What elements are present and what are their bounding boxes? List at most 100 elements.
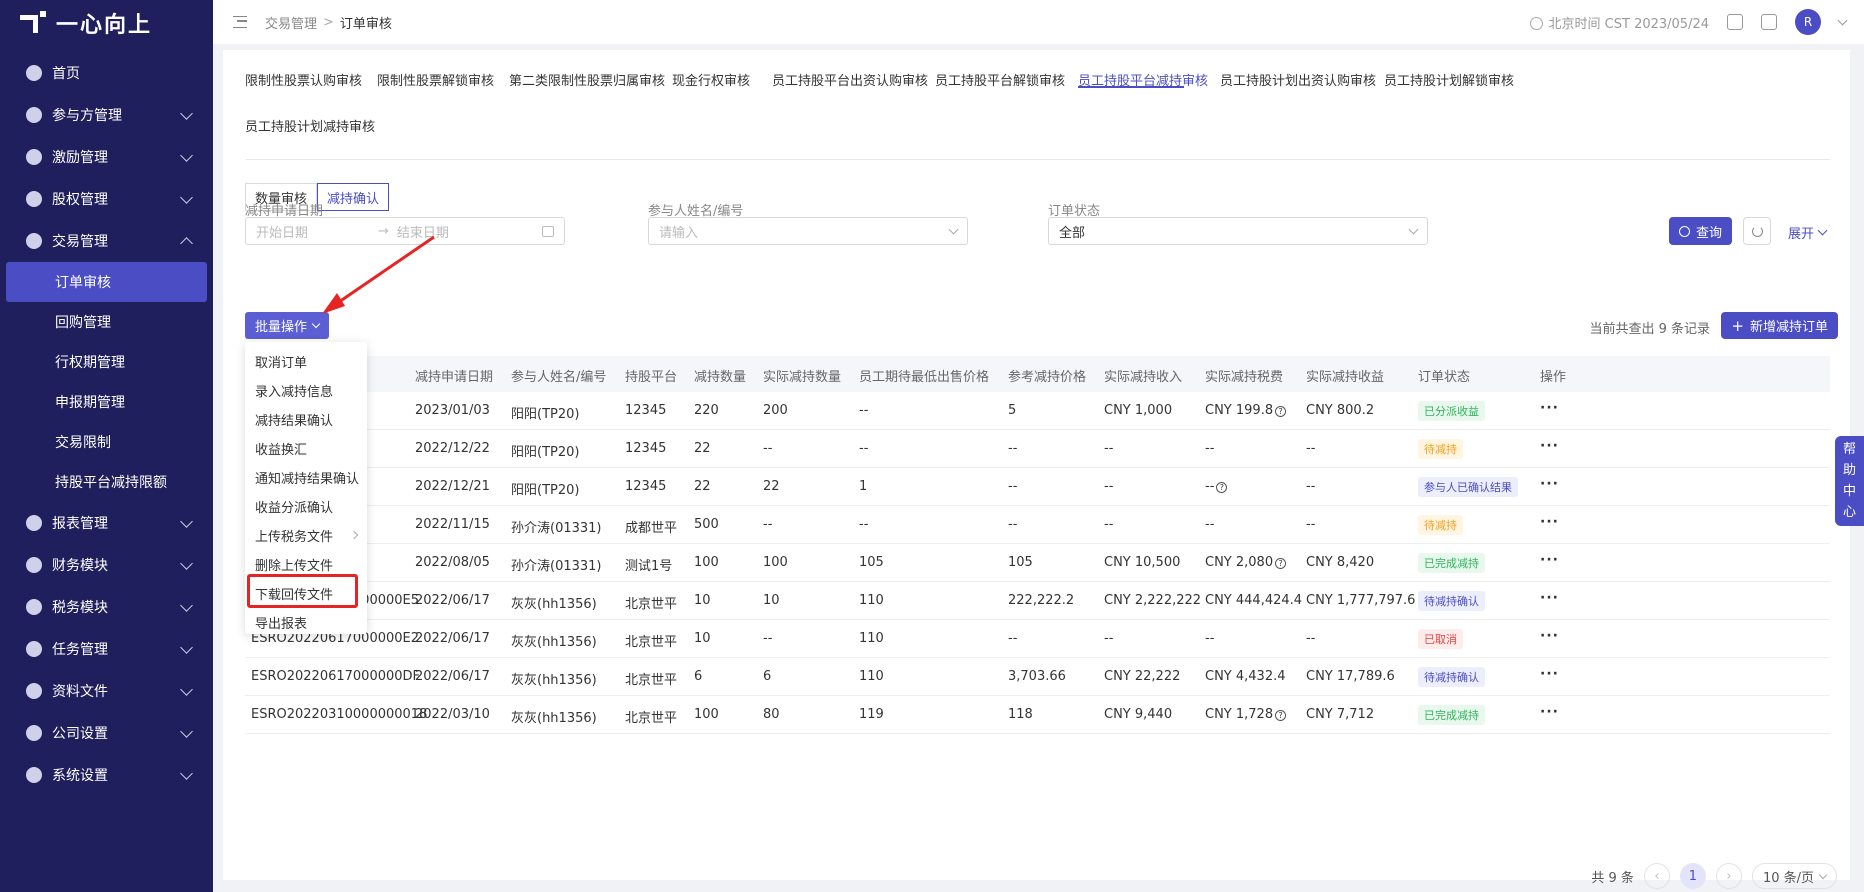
tab-8[interactable]: 员工持股计划出资认购审核 [1220,70,1376,89]
help-icon[interactable]: ? [1216,482,1228,493]
more-actions-icon[interactable]: ··· [1540,590,1559,606]
sidebar-subitem[interactable]: 行权期管理 [0,342,213,382]
cell-text: -- [1008,631,1018,646]
sidebar-item[interactable]: 资料文件 [0,670,213,712]
sidebar-item[interactable]: 参与方管理 [0,94,213,136]
document-icon[interactable] [1761,14,1777,30]
date-range-input[interactable]: 开始日期 → 结束日期 [245,217,565,245]
sidebar-subitem[interactable]: 申报期管理 [0,382,213,422]
cell-text: 孙介涛(01331) [511,559,602,574]
segment-reduction-confirm[interactable]: 减持确认 [317,183,390,211]
cell-text: 12345 [625,479,667,494]
query-button[interactable]: 查询 [1669,217,1733,245]
sidebar-item[interactable]: 税务模块 [0,586,213,628]
more-actions-icon[interactable]: ··· [1540,400,1559,416]
more-actions-icon[interactable]: ··· [1540,628,1559,644]
table-row[interactable]: ESRO20220617000000E52022/06/17灰灰(hh1356)… [245,582,1830,620]
sidebar-item[interactable]: 系统设置 [0,754,213,796]
batch-menu-item[interactable]: 收益换汇 [245,434,367,463]
expand-filters-link[interactable]: 展开 [1788,223,1828,242]
sidebar-item-label: 首页 [52,66,80,82]
batch-menu-item[interactable]: 通知减持结果确认 [245,463,367,492]
help-char: 帮 [1842,442,1856,457]
chevron-down-icon [311,319,321,329]
table-row[interactable]: ESRO20220617000000DF 2022/06/17 灰灰(hh1356)… [245,658,1830,696]
batch-operations-button[interactable]: 批量操作 [245,312,330,339]
table-row[interactable]: ESRO20220617000000E2 2022/06/17 灰灰(hh1356)… [245,620,1830,658]
cell-person: 孙介涛(01331) [511,555,602,574]
cell-tax: --? [1205,479,1228,494]
table-row[interactable]: 003B2022/12/21阳阳(TP20)1234522221------?-… [245,468,1830,506]
chevron-up-icon [180,236,193,250]
sidebar-subitem[interactable]: 订单审核 [6,262,207,302]
more-actions-icon[interactable]: ··· [1540,514,1559,530]
table-row[interactable]: 00032022/08/05孙介涛(01331)测试1号100100105105… [245,544,1830,582]
tab-9[interactable]: 员工持股计划解锁审核 [1384,70,1514,89]
cell-person: 孙介涛(01331) [511,517,602,536]
more-actions-icon[interactable]: ··· [1540,704,1559,720]
tab-2[interactable]: 限制性股票解锁审核 [377,70,494,89]
avatar[interactable]: R [1795,9,1821,35]
prev-page-button[interactable]: ‹ [1643,863,1670,889]
column-header: 参与人姓名/编号 [511,370,607,385]
tab-6[interactable]: 员工持股平台解锁审核 [935,70,1065,89]
help-center-button[interactable]: 帮助中心 [1835,436,1864,526]
sidebar-item[interactable]: 股权管理 [0,178,213,220]
chevron-down-icon [1818,870,1828,879]
tab-3[interactable]: 第二类限制性股票归属审核 [509,70,665,89]
reset-button[interactable] [1743,217,1771,245]
status-select[interactable]: 全部 [1048,217,1428,245]
sidebar-item[interactable]: 交易管理 [0,220,213,262]
help-icon[interactable]: ? [1275,558,1287,569]
next-page-button[interactable]: › [1715,863,1742,889]
sidebar-subitem[interactable]: 回购管理 [0,302,213,342]
table-row[interactable]: 000082023/01/03阳阳(TP20)12345220200--5CNY… [245,392,1830,430]
table-row[interactable]: ESRO20220310000000018 2022/03/10 灰灰(hh1356… [245,696,1830,734]
sidebar-item[interactable]: 激励管理 [0,136,213,178]
sidebar-subitem[interactable]: 持股平台减持限额 [0,462,213,502]
task-icon[interactable] [1727,14,1743,30]
batch-menu-item[interactable]: 导出报表 [245,608,367,637]
breadcrumb-item[interactable]: 交易管理 [265,13,317,32]
table-row[interactable]: 00022022/11/15孙介涛(01331)成都世平500---------… [245,506,1830,544]
collapse-menu-icon[interactable] [233,16,247,28]
person-select[interactable]: 请输入 [648,217,968,245]
batch-menu-item[interactable]: 上传税务文件 [245,521,367,550]
sidebar-item[interactable]: 财务模块 [0,544,213,586]
sidebar-item[interactable]: 任务管理 [0,628,213,670]
help-icon[interactable]: ? [1275,406,1287,417]
sidebar-item[interactable]: 公司设置 [0,712,213,754]
more-actions-icon[interactable]: ··· [1540,438,1559,454]
add-reduction-order-button[interactable]: + 新增减持订单 [1721,312,1838,339]
sidebar-item[interactable]: 报表管理 [0,502,213,544]
cell-platform: 测试1号 [625,555,672,574]
current-page-button[interactable]: 1 [1679,863,1706,889]
cell-text: -- [859,441,869,456]
cell-profit: CNY 8,420 [1306,555,1374,570]
table-row[interactable]: 00022022/12/22阳阳(TP20)1234522-----------… [245,430,1830,468]
batch-menu-item[interactable]: 减持结果确认 [245,405,367,434]
more-actions-icon[interactable]: ··· [1540,666,1559,682]
batch-menu-item-label: 上传税务文件 [255,530,334,545]
tab-1[interactable]: 限制性股票认购审核 [245,70,362,89]
sidebar-subitem[interactable]: 交易限制 [0,422,213,462]
more-actions-icon[interactable]: ··· [1540,476,1559,492]
batch-menu-item[interactable]: 录入减持信息 [245,376,367,405]
column-header: 订单状态 [1418,370,1471,385]
tab-5[interactable]: 员工持股平台出资认购审核 [772,70,928,89]
tab-4[interactable]: 现金行权审核 [672,70,750,89]
cell-profit: -- [1306,479,1315,494]
chevron-down-icon[interactable] [1837,15,1848,25]
more-actions-icon[interactable]: ··· [1540,552,1559,568]
chevron-right-icon [349,530,359,540]
cell-qty: 10 [694,593,711,608]
batch-menu-item[interactable]: 收益分派确认 [245,492,367,521]
cell-text: -- [763,441,773,456]
batch-menu-item[interactable]: 取消订单 [245,347,367,376]
tab-10[interactable]: 员工持股计划减持审核 [245,116,375,135]
help-icon[interactable]: ? [1275,710,1287,721]
cell-person: 阳阳(TP20) [511,403,579,422]
logo[interactable]: 一心向上 [0,0,213,46]
sidebar-item[interactable]: 首页 [0,52,213,94]
page-size-select[interactable]: 10 条/页 [1751,863,1837,889]
